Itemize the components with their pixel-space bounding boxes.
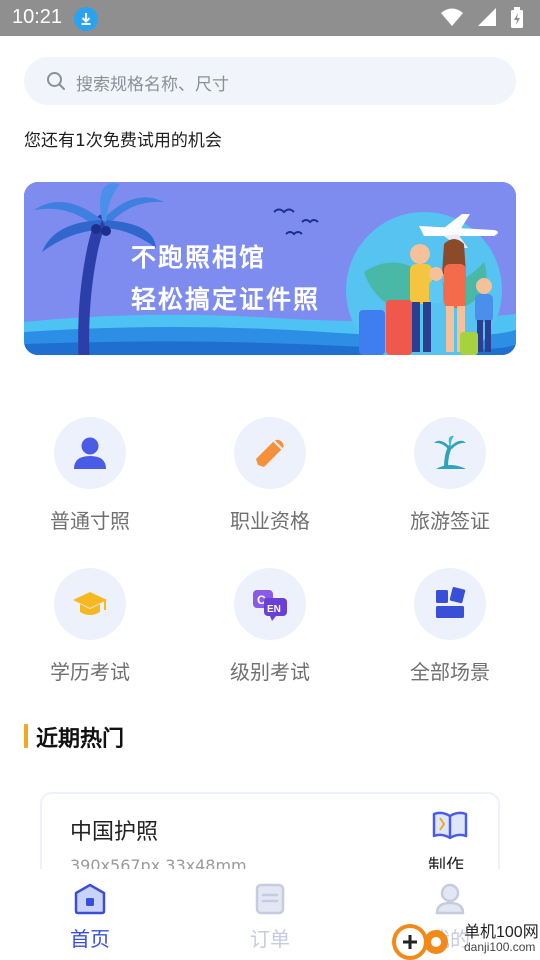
status-bar: 10:21 [0, 0, 540, 36]
category-label: 级别考试 [230, 660, 310, 684]
category-academic-exam[interactable]: 学历考试 [15, 568, 165, 698]
person-icon [74, 437, 106, 469]
pencil-icon [256, 439, 284, 467]
status-time: 10:21 [12, 6, 63, 28]
category-label: 全部场景 [410, 660, 490, 684]
watermark-url: danji100.com [464, 940, 536, 954]
category-icon-circle: C EN [234, 568, 306, 640]
promo-banner[interactable]: 不跑照相馆 轻松搞定证件照 [24, 182, 516, 355]
banner-subheadline: 轻松搞定证件照 [131, 285, 321, 314]
search-input[interactable]: 搜索规格名称、尺寸 [76, 70, 229, 95]
category-all-scenes[interactable]: 全部场景 [375, 568, 525, 698]
search-bar[interactable]: 搜索规格名称、尺寸 [24, 57, 516, 105]
banner-illustration [24, 182, 516, 355]
category-label: 普通寸照 [50, 509, 130, 533]
orders-icon [255, 883, 285, 915]
language-cen-icon: C EN [253, 590, 287, 621]
signal-icon [477, 8, 496, 26]
category-icon-circle [234, 417, 306, 489]
category-label: 学历考试 [50, 660, 130, 684]
download-notification-icon [74, 7, 98, 31]
palm-tree-icon [434, 435, 466, 469]
nav-orders[interactable]: 订单 [180, 869, 360, 960]
home-icon [74, 883, 106, 915]
category-label: 旅游签证 [410, 509, 490, 533]
free-trial-notice: 您还有1次免费试用的机会 [24, 131, 222, 151]
category-level-exam[interactable]: C EN 级别考试 [195, 568, 345, 698]
language-en-glyph: EN [267, 604, 281, 615]
system-status-icons [432, 7, 524, 29]
category-label: 职业资格 [230, 509, 310, 533]
category-standard-photo[interactable]: 普通寸照 [15, 417, 165, 547]
nav-orders-label: 订单 [250, 927, 290, 951]
nav-home-label: 首页 [70, 927, 110, 951]
search-icon [47, 72, 65, 90]
graduation-cap-icon [73, 592, 107, 615]
section-marker [24, 724, 28, 748]
hot-item-title: 中国护照 [70, 820, 159, 845]
grid-cards-icon [436, 587, 466, 618]
category-professional-qualification[interactable]: 职业资格 [195, 417, 345, 547]
watermark-brand: 单机100网 [464, 924, 539, 941]
category-icon-circle [54, 417, 126, 489]
watermark-logo-icon [392, 924, 448, 960]
wifi-icon [440, 8, 463, 26]
category-icon-circle [54, 568, 126, 640]
category-travel-visa[interactable]: 旅游签证 [375, 417, 525, 547]
section-title: 近期热门 [36, 727, 125, 752]
open-book-icon [432, 811, 468, 840]
site-watermark: 单机100网 danji100.com [390, 916, 540, 960]
profile-icon [435, 883, 465, 915]
category-icon-circle [414, 568, 486, 640]
banner-headline: 不跑照相馆 [131, 243, 267, 272]
battery-icon [511, 7, 523, 28]
category-icon-circle [414, 417, 486, 489]
nav-home[interactable]: 首页 [0, 869, 180, 960]
